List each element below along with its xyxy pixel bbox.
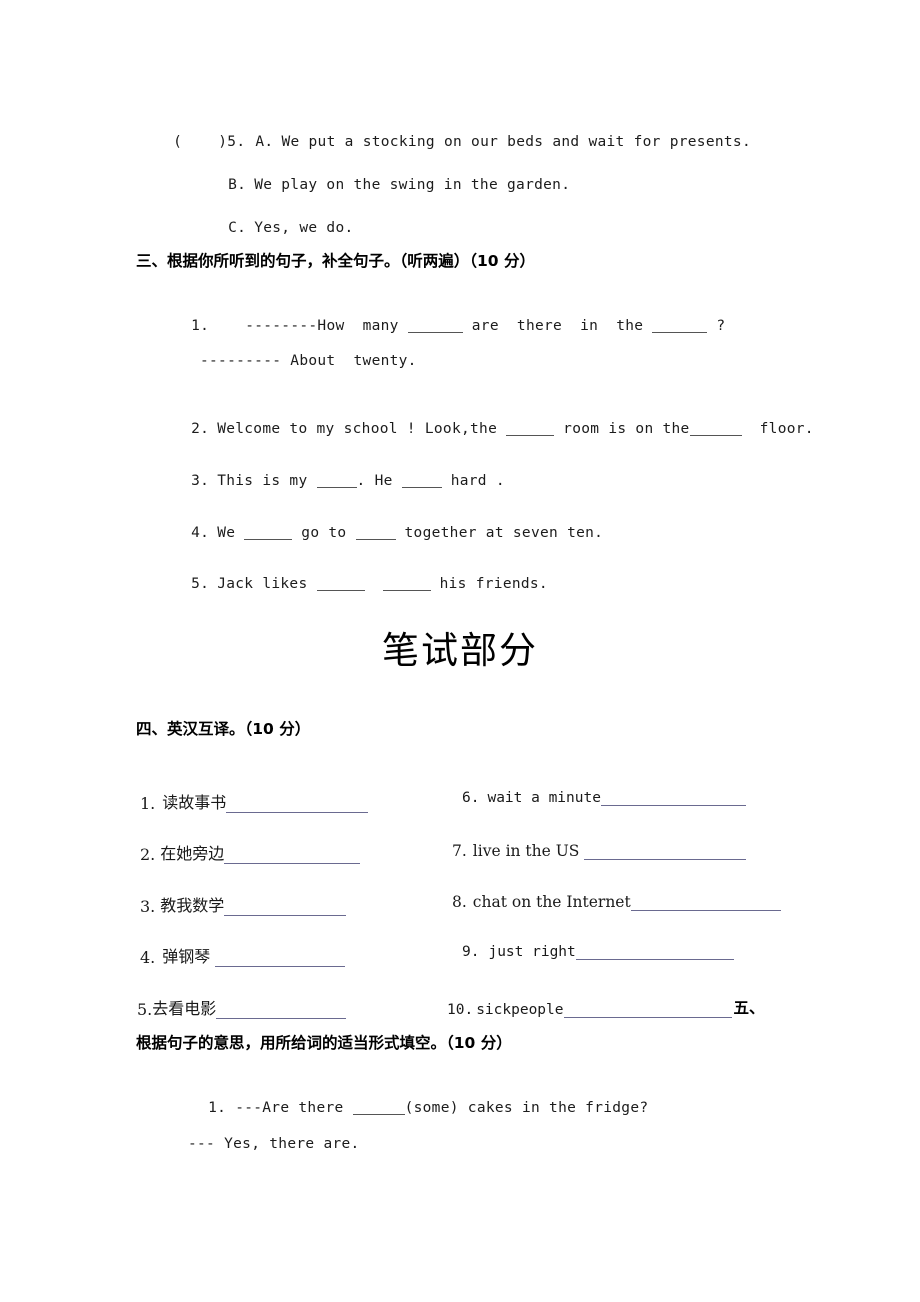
translate-answer-blank[interactable] — [216, 1004, 347, 1019]
section-five-item-1: 1. ---Are there (some) cakes in the fridg… — [172, 1084, 648, 1132]
translate-answer-blank[interactable] — [563, 1003, 732, 1018]
section-three-item-3: 3. This is my . He hard . — [155, 457, 505, 505]
exam-paper-page: ( )5. A. We put a stocking on our beds and… — [0, 0, 920, 1302]
translate-item-6-text: wait a minute — [487, 790, 601, 806]
section-three-item-4: 4. We go to together at seven ten. — [155, 509, 603, 557]
answer-blank[interactable] — [316, 577, 365, 591]
translate-item-7-number: 7. — [452, 842, 467, 860]
item-4-pre: We — [217, 525, 245, 541]
translate-item-10-number: 10. — [447, 1002, 474, 1018]
item-3-post: hard . — [441, 473, 505, 489]
option-c-text: Yes, we do. — [254, 220, 354, 236]
section-three-item-1-line-2: --------- About twenty. — [200, 353, 417, 369]
section-three-heading: 三、根据你所听到的句子，补全句子。（听两遍）（10 分） — [136, 252, 535, 270]
translate-answer-blank[interactable] — [224, 901, 347, 916]
translate-item-5: 5. 去看电影 — [137, 995, 347, 1019]
translate-item-6-number: 6. — [462, 790, 480, 806]
section-five-marker: 五、 — [733, 999, 765, 1017]
written-part-title: 笔试部分 — [382, 629, 538, 672]
translate-item-10: 10. sickpeople 五、 — [447, 996, 765, 1018]
translate-item-10-text: sickpeople — [476, 1002, 564, 1018]
section-five-item-1-number: 1. — [208, 1100, 227, 1116]
answer-blank[interactable] — [652, 319, 708, 333]
translate-item-8: 8. chat on the Internet — [452, 893, 781, 911]
item-1-pre: --------How many — [245, 318, 408, 334]
listening-option-c-row: C. Yes, we do. — [192, 204, 354, 252]
answer-blank[interactable] — [401, 474, 442, 488]
section-three-item-1-line-1: 1. --------How many are there in the ? — [155, 302, 725, 350]
item-5-mid — [365, 576, 383, 592]
translate-item-2: 2. 在她旁边 — [140, 840, 361, 864]
translate-item-9-number: 9. — [462, 944, 480, 960]
translate-item-2-number: 2. — [140, 845, 156, 864]
translate-item-3-text: 教我数学 — [160, 896, 225, 915]
item-1-post: ? — [707, 318, 726, 334]
item-2-post: floor. — [741, 421, 814, 437]
translate-item-1: 1. 读故事书 — [140, 789, 369, 813]
item-5-pre: Jack likes — [217, 576, 317, 592]
translate-answer-blank[interactable] — [224, 849, 361, 864]
section-three-item-5: 5. Jack likes his friends. — [155, 560, 548, 608]
option-c-label: C. — [228, 220, 247, 236]
translate-item-9: 9. just right — [462, 944, 734, 960]
translate-item-8-text: chat on the Internet — [472, 893, 631, 911]
translate-item-6: 6. wait a minute — [462, 790, 746, 806]
item-3-pre: This is my — [217, 473, 317, 489]
option-b-text: We play on the swing in the garden. — [254, 177, 571, 193]
answer-blank[interactable] — [689, 422, 742, 436]
answer-blank[interactable] — [506, 422, 555, 436]
answer-blank[interactable] — [316, 474, 357, 488]
item-3-mid: . He — [356, 473, 402, 489]
answer-blank[interactable] — [355, 526, 396, 540]
translate-answer-blank[interactable] — [575, 945, 734, 960]
item-4-number: 4. — [191, 525, 210, 541]
item-1-mid: are there in the — [462, 318, 653, 334]
translate-item-5-number: 5. — [137, 1000, 153, 1019]
translate-item-1-number: 1. — [140, 794, 156, 813]
translate-item-2-text: 在她旁边 — [160, 844, 225, 863]
item-2-mid: room is on the — [554, 421, 690, 437]
translate-answer-blank[interactable] — [584, 845, 747, 860]
answer-blank[interactable] — [244, 526, 293, 540]
item-2-pre: Welcome to my school ! Look,the — [217, 421, 507, 437]
translate-answer-blank[interactable] — [215, 952, 346, 967]
item-5-number: 5. — [191, 576, 210, 592]
item-4-mid: go to — [292, 525, 356, 541]
translate-item-4-number: 4. — [140, 948, 156, 967]
answer-blank[interactable] — [407, 319, 463, 333]
translate-item-5-text: 去看电影 — [152, 999, 217, 1018]
section-five-heading: 根据句子的意思，用所给词的适当形式填空。（10 分） — [136, 1034, 512, 1052]
translate-answer-blank[interactable] — [226, 798, 369, 813]
item-5-post: his friends. — [430, 576, 548, 592]
section-four-heading: 四、英汉互译。（10 分） — [136, 720, 311, 738]
item-4-post: together at seven ten. — [395, 525, 604, 541]
item-1-number: 1. — [191, 318, 210, 334]
item-2-number: 2. — [191, 421, 210, 437]
option-a-label: A. — [255, 134, 274, 150]
translate-item-9-text: just right — [488, 944, 576, 960]
section-five-item-1-pre: ---Are there — [235, 1100, 353, 1116]
listening-option-b-row: B. We play on the swing in the garden. — [192, 161, 570, 209]
translate-item-7: 7. live in the US — [452, 842, 747, 860]
section-five-item-1-post: (some) cakes in the fridge? — [404, 1100, 649, 1116]
translate-item-8-number: 8. — [452, 893, 467, 911]
section-five-item-1-answer: --- Yes, there are. — [188, 1136, 360, 1152]
translate-item-4: 4. 弹钢琴 — [140, 943, 346, 967]
translate-item-7-text: live in the US — [472, 842, 585, 860]
translate-item-1-text: 读故事书 — [162, 793, 227, 812]
question-marker: ( )5. — [173, 134, 246, 150]
translate-item-3-number: 3. — [140, 897, 156, 916]
listening-question-5-line: ( )5. A. We put a stocking on our beds and… — [137, 118, 751, 166]
translate-item-4-text: 弹钢琴 — [162, 947, 216, 966]
answer-blank[interactable] — [352, 1101, 405, 1115]
option-b-label: B. — [228, 177, 247, 193]
translate-answer-blank[interactable] — [630, 896, 781, 911]
option-a-text: We put a stocking on our beds and wait f… — [281, 134, 751, 150]
translate-answer-blank[interactable] — [600, 791, 746, 806]
answer-blank[interactable] — [382, 577, 431, 591]
translate-item-3: 3. 教我数学 — [140, 892, 347, 916]
item-3-number: 3. — [191, 473, 210, 489]
section-three-item-2: 2. Welcome to my school ! Look,the room i… — [155, 405, 814, 453]
